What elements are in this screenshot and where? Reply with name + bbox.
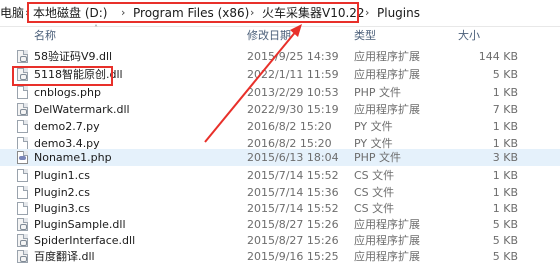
annotation-arrow [204, 24, 302, 143]
